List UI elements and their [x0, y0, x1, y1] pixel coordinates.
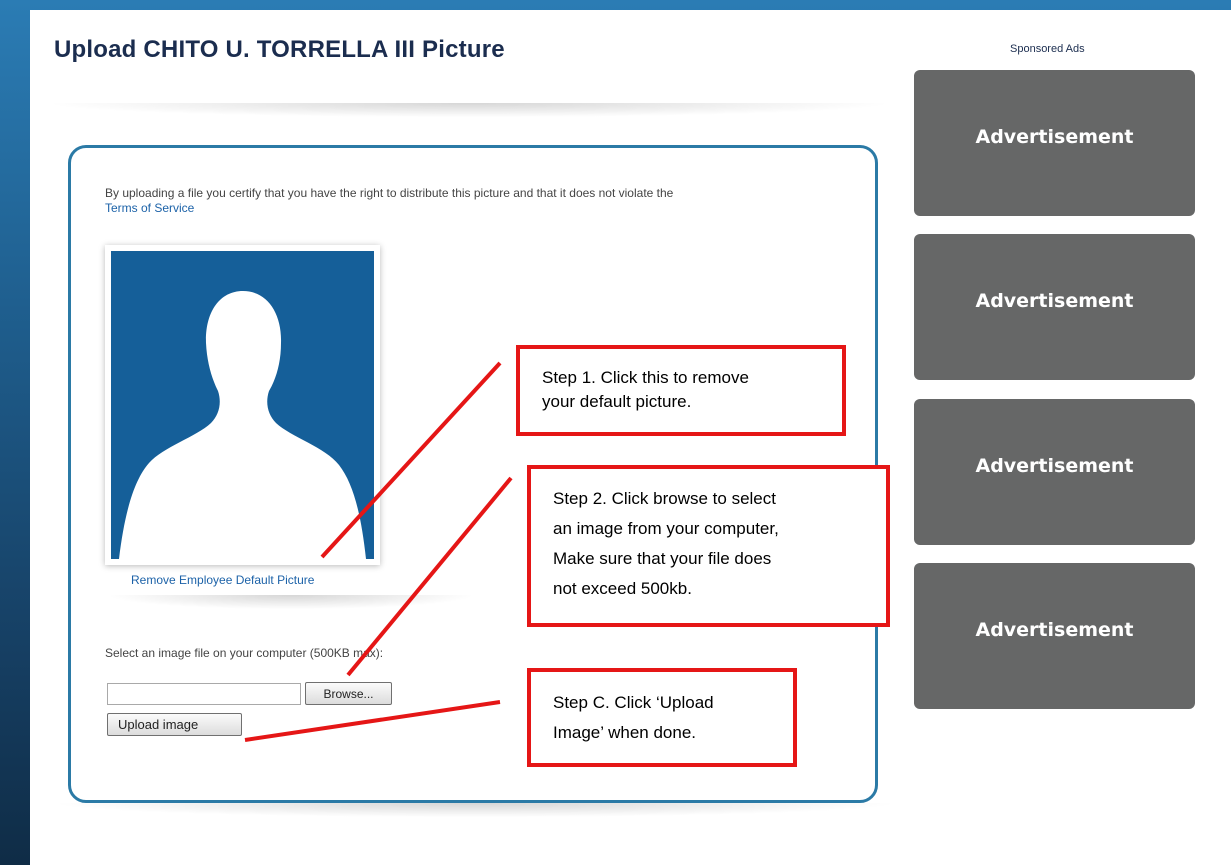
step2-pointer-line: [346, 476, 513, 677]
step-2-line: Make sure that your file does: [553, 549, 772, 568]
step-2-callout: Step 2. Click browse to select an image …: [527, 465, 890, 627]
step-2-line: not exceed 500kb.: [553, 579, 692, 598]
step-2-line: an image from your computer,: [553, 519, 779, 538]
step-3-line: Image’ when done.: [553, 723, 697, 742]
step-2-line: Step 2. Click browse to select: [553, 489, 776, 508]
step-3-line: Step C. Click ‘Upload: [553, 693, 714, 712]
step-1-line: Step 1. Click this to remove: [542, 368, 749, 387]
step-3-callout: Step C. Click ‘Upload Image’ when done.: [527, 668, 797, 767]
step-1-line: your default picture.: [542, 392, 692, 411]
step-1-callout: Step 1. Click this to remove your defaul…: [516, 345, 846, 436]
page: Upload CHITO U. TORRELLA III Picture By …: [30, 10, 1231, 865]
step3-pointer-line: [244, 700, 501, 742]
step1-pointer-line: [320, 361, 502, 559]
